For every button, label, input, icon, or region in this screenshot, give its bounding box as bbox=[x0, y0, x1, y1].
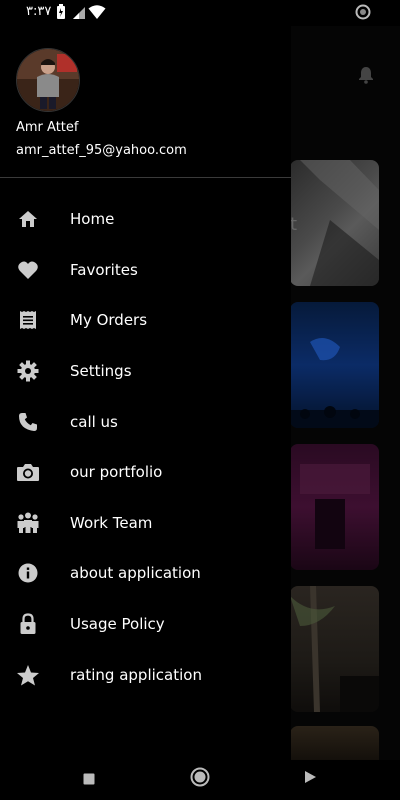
info-icon bbox=[16, 561, 40, 585]
notification-bell-icon[interactable] bbox=[358, 66, 374, 88]
menu-item-label: call us bbox=[70, 412, 118, 431]
menu-item-call-us[interactable]: call us bbox=[0, 396, 291, 447]
menu-item-label: Usage Policy bbox=[70, 615, 165, 634]
menu-item-about-application[interactable]: about application bbox=[0, 548, 291, 599]
menu-item-home[interactable]: Home bbox=[0, 194, 291, 245]
content-card[interactable] bbox=[290, 726, 379, 760]
menu-item-label: our portfolio bbox=[70, 463, 163, 482]
menu-item-label: rating application bbox=[70, 665, 202, 684]
user-name: Amr Attef bbox=[16, 120, 79, 135]
status-bar: ٣:٣٧ bbox=[0, 0, 400, 26]
menu-item-usage-policy[interactable]: Usage Policy bbox=[0, 599, 291, 650]
gear-icon bbox=[16, 359, 40, 383]
star-icon bbox=[16, 663, 40, 687]
menu-item-favorites[interactable]: Favorites bbox=[0, 245, 291, 296]
home-button-icon[interactable] bbox=[190, 767, 210, 791]
avatar[interactable] bbox=[16, 48, 80, 112]
menu-item-my-orders[interactable]: My Orders bbox=[0, 295, 291, 346]
home-icon bbox=[16, 207, 40, 231]
sync-icon bbox=[355, 4, 371, 24]
receipt-icon bbox=[16, 308, 40, 332]
wifi-icon bbox=[88, 4, 106, 24]
content-card[interactable] bbox=[290, 444, 379, 570]
camera-icon bbox=[16, 460, 40, 484]
heart-icon bbox=[16, 258, 40, 282]
team-icon bbox=[16, 511, 40, 535]
menu-item-label: Favorites bbox=[70, 260, 138, 279]
status-time: ٣:٣٧ bbox=[26, 4, 52, 19]
menu-item-work-team[interactable]: Work Team bbox=[0, 498, 291, 549]
menu-item-rating-application[interactable]: rating application bbox=[0, 649, 291, 700]
menu-item-label: Work Team bbox=[70, 513, 153, 532]
menu-item-label: My Orders bbox=[70, 311, 148, 330]
menu-item-label: Settings bbox=[70, 362, 132, 381]
content-card[interactable]: t bbox=[290, 160, 379, 286]
menu-item-label: about application bbox=[70, 564, 201, 583]
user-email: amr_attef_95@yahoo.com bbox=[16, 143, 187, 158]
divider bbox=[0, 177, 291, 178]
navigation-drawer: Amr Attef amr_attef_95@yahoo.com Home Fa… bbox=[0, 26, 291, 760]
svg-text:t: t bbox=[290, 214, 297, 235]
menu-item-label: Home bbox=[70, 210, 115, 229]
menu-item-settings[interactable]: Settings bbox=[0, 346, 291, 397]
system-nav-bar bbox=[0, 760, 400, 800]
lock-icon bbox=[16, 612, 40, 636]
recent-apps-icon[interactable] bbox=[83, 770, 95, 789]
content-card[interactable] bbox=[290, 302, 379, 428]
content-card[interactable] bbox=[290, 586, 379, 712]
menu-item-our-portfolio[interactable]: our portfolio bbox=[0, 447, 291, 498]
phone-icon bbox=[16, 410, 40, 434]
drawer-menu: Home Favorites My Orders Settings call u… bbox=[0, 194, 291, 700]
no-signal-icon bbox=[72, 4, 86, 24]
back-icon[interactable] bbox=[304, 769, 317, 788]
battery-saver-icon bbox=[56, 4, 66, 24]
